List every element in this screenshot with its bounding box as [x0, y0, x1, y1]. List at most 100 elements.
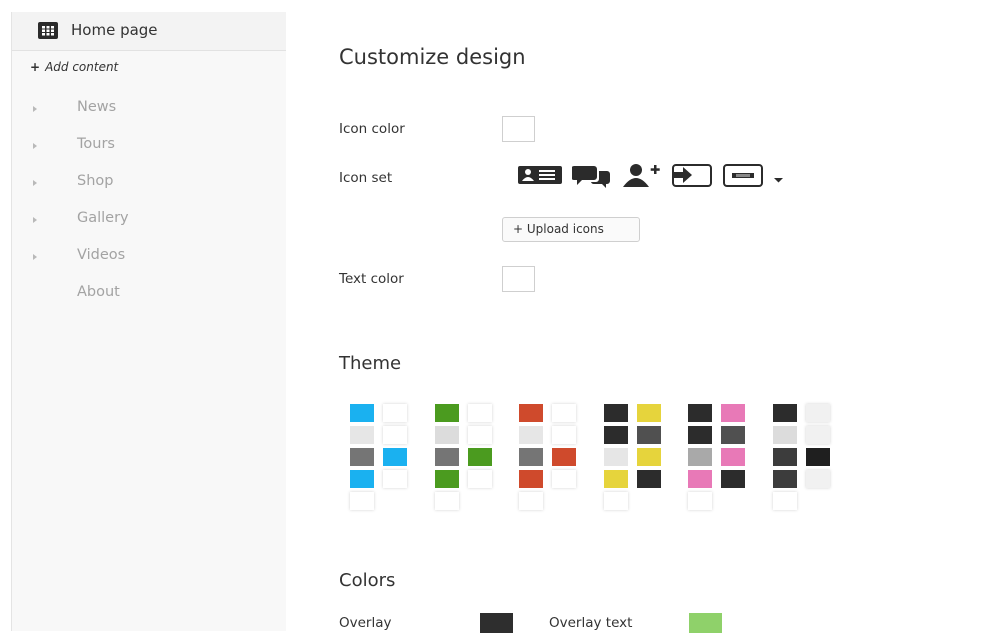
sidebar-item-shop[interactable]: Shop: [12, 171, 286, 201]
theme-color-cell: [636, 426, 661, 444]
theme-color-cell: [721, 426, 745, 444]
sidebar-item-label: About: [77, 284, 120, 300]
theme-color-cell: [434, 426, 459, 444]
sidebar-item-label: Tours: [77, 136, 115, 152]
theme-color-cell: [350, 404, 374, 422]
overlay-text-label: Overlay text: [549, 615, 633, 631]
overlay-label: Overlay: [339, 615, 392, 631]
theme-color-cell: [383, 426, 407, 444]
sidebar-item-label: Shop: [77, 173, 114, 189]
overlay-color-swatch[interactable]: [480, 613, 513, 633]
sidebar-item-about[interactable]: About: [12, 282, 286, 312]
theme-color-cell: [772, 470, 797, 488]
dropdown-caret-icon[interactable]: [773, 170, 785, 189]
sidebar-item-videos[interactable]: Videos: [12, 245, 286, 275]
sidebar-item-label: Videos: [77, 247, 126, 263]
contact-card-icon: [517, 162, 563, 192]
grid-icon: [38, 22, 58, 39]
theme-color-cell: [805, 448, 830, 466]
theme-color-cell: [552, 426, 576, 444]
sidebar-item-label: News: [77, 99, 117, 115]
theme-color-cell: [603, 448, 628, 466]
theme-color-cell: [467, 448, 492, 466]
theme-color-cell: [434, 492, 459, 510]
theme-color-cell: [805, 470, 830, 488]
theme-color-cell: [603, 470, 628, 488]
icon-set-label: Icon set: [339, 170, 393, 186]
theme-color-cell: [603, 426, 628, 444]
theme-option-1[interactable]: [350, 404, 408, 514]
add-content-label: Add content: [45, 60, 119, 74]
theme-color-cell: [467, 470, 492, 488]
sidebar-item-label: Gallery: [77, 210, 129, 226]
overlay-text-color-swatch[interactable]: [689, 613, 722, 633]
upload-icons-button[interactable]: + Upload icons: [502, 217, 640, 242]
theme-color-cell: [350, 448, 374, 466]
theme-option-4[interactable]: [603, 404, 662, 514]
theme-color-cell: [350, 470, 374, 488]
theme-color-cell: [467, 426, 492, 444]
chat-bubbles-icon: [571, 162, 612, 192]
theme-color-cell: [519, 448, 543, 466]
theme-color-cell: [383, 448, 407, 466]
text-color-picker[interactable]: [502, 266, 535, 292]
theme-color-cell: [772, 426, 797, 444]
add-content-link[interactable]: + Add content: [30, 60, 118, 74]
theme-color-cell: [772, 492, 797, 510]
sidebar-home-item[interactable]: Home page: [12, 12, 286, 51]
caret-right-icon[interactable]: [33, 254, 37, 260]
theme-color-cell: [519, 426, 543, 444]
text-color-label: Text color: [339, 271, 404, 287]
icon-color-label: Icon color: [339, 121, 405, 137]
theme-color-cell: [688, 448, 712, 466]
add-user-icon: [621, 162, 667, 192]
icon-color-picker[interactable]: [502, 116, 535, 142]
theme-color-cell: [636, 448, 661, 466]
theme-color-cell: [519, 492, 543, 510]
theme-color-cell: [805, 404, 830, 422]
theme-color-cell: [603, 492, 628, 510]
sidebar-item-gallery[interactable]: Gallery: [12, 208, 286, 238]
theme-color-cell: [636, 470, 661, 488]
sign-in-icon: [671, 162, 715, 192]
theme-color-cell: [552, 470, 576, 488]
caret-right-icon[interactable]: [33, 106, 37, 112]
sidebar-home-label: Home page: [71, 21, 158, 39]
theme-color-cell: [636, 404, 661, 422]
sidebar-item-news[interactable]: News: [12, 97, 286, 127]
theme-color-cell: [350, 492, 374, 510]
theme-color-cell: [688, 470, 712, 488]
theme-color-cell: [350, 426, 374, 444]
page-title: Customize design: [339, 45, 526, 69]
theme-color-cell: [772, 448, 797, 466]
plus-icon: +: [30, 60, 41, 74]
theme-option-3[interactable]: [519, 404, 577, 514]
theme-color-cell: [434, 448, 459, 466]
theme-color-cell: [519, 404, 543, 422]
caret-right-icon[interactable]: [33, 180, 37, 186]
theme-color-cell: [688, 492, 712, 510]
theme-color-cell: [772, 404, 797, 422]
theme-color-cell: [721, 404, 745, 422]
sidebar: Home page + Add content News Tours Shop G…: [11, 12, 286, 631]
sidebar-item-tours[interactable]: Tours: [12, 134, 286, 164]
theme-color-cell: [603, 404, 628, 422]
theme-color-cell: [721, 448, 745, 466]
keyboard-icon: [722, 162, 766, 192]
theme-option-5[interactable]: [688, 404, 746, 514]
theme-option-2[interactable]: [434, 404, 493, 514]
colors-section-title: Colors: [339, 570, 396, 591]
theme-color-cell: [434, 470, 459, 488]
theme-color-cell: [552, 404, 576, 422]
theme-color-cell: [383, 470, 407, 488]
theme-option-6[interactable]: [772, 404, 831, 514]
theme-color-cell: [467, 404, 492, 422]
caret-right-icon[interactable]: [33, 143, 37, 149]
theme-color-cell: [805, 426, 830, 444]
caret-right-icon[interactable]: [33, 217, 37, 223]
theme-color-cell: [383, 404, 407, 422]
theme-color-cell: [721, 470, 745, 488]
theme-color-cell: [688, 426, 712, 444]
theme-color-cell: [519, 470, 543, 488]
theme-color-cell: [552, 448, 576, 466]
